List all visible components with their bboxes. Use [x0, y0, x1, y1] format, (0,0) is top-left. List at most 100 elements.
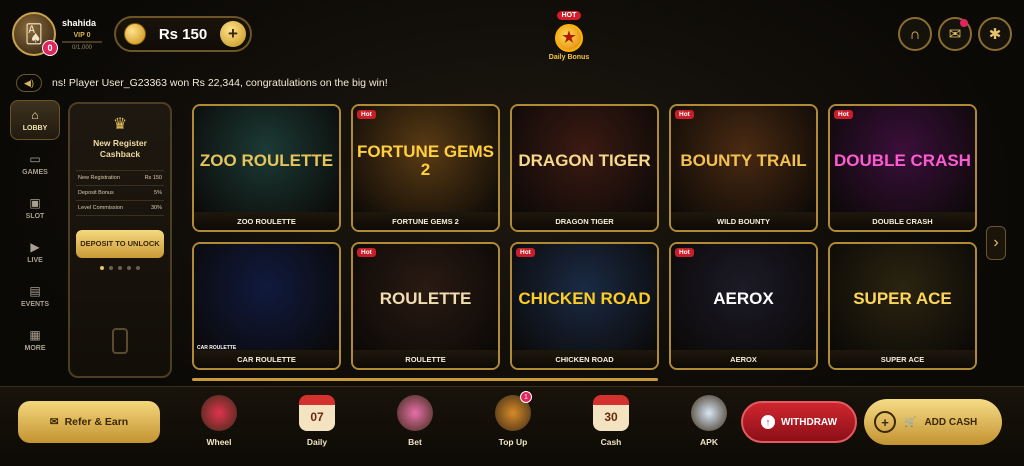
game-card[interactable]: CHICKEN ROAD Hot CHICKEN ROAD: [510, 242, 659, 370]
gear-icon: ✱: [988, 26, 1002, 43]
daily-bonus[interactable]: HOT ★ Daily Bonus: [540, 4, 598, 64]
user-info: shahida VIP 0 0/1,000: [62, 18, 102, 51]
hot-badge: Hot: [834, 110, 853, 119]
refer-earn-button[interactable]: ✉ Refer & Earn: [18, 401, 160, 443]
game-card[interactable]: ZOO ROULETTE ZOO ROULETTE: [192, 104, 341, 232]
game-title: WILD BOUNTY: [671, 212, 816, 230]
cashback-promo: ♛ New Register Cashback New Registration…: [68, 102, 172, 378]
game-title: DRAGON TIGER: [512, 212, 657, 230]
nav-badge: 1: [520, 391, 532, 403]
game-card[interactable]: BOUNTY TRAIL Hot WILD BOUNTY: [669, 104, 818, 232]
carousel-dot[interactable]: [118, 266, 122, 270]
crown-icon: ♛: [112, 116, 128, 133]
mail-icon: ✉: [948, 26, 962, 43]
withdraw-label: WITHDRAW: [780, 416, 838, 428]
promo-row-label: Level Commission: [78, 205, 123, 211]
sidebar-item-events[interactable]: ▤ EVENTS: [10, 276, 60, 316]
game-card[interactable]: AEROX Hot AEROX: [669, 242, 818, 370]
promo-row-label: Deposit Bonus: [78, 190, 114, 196]
game-logo: SUPER ACE: [853, 289, 952, 308]
game-card[interactable]: CAR ROULETTE CAR ROULETTE: [192, 242, 341, 370]
bottom-nav-label: Bet: [408, 437, 422, 447]
sidebar-item-more[interactable]: ▦ MORE: [10, 320, 60, 360]
app: 🂡 0 shahida VIP 0 0/1,000 Rs 150 + HOT ★…: [0, 0, 1024, 466]
promo-row: New Registration Rs 150: [76, 171, 164, 186]
announcement-text: ns! Player User_G23363 won Rs 22,344, co…: [52, 77, 388, 89]
game-thumbnail: CAR ROULETTE: [194, 244, 339, 354]
vip-progress: 0/1,000: [71, 44, 93, 51]
avatar[interactable]: 🂡 0: [12, 12, 58, 56]
mail-button[interactable]: ✉: [938, 17, 972, 51]
add-cash-label: ADD CASH: [924, 416, 978, 428]
avatar-badge: 0: [42, 40, 58, 56]
sidebar-item-label: MORE: [24, 345, 46, 352]
roulette-icon: [397, 395, 433, 431]
game-thumbnail: DRAGON TIGER: [512, 106, 657, 216]
coin-icon: [124, 23, 146, 45]
sidebar-item-label: SLOT: [25, 213, 45, 220]
speaker-icon: ◀): [16, 74, 42, 92]
game-thumbnail: CHICKEN ROAD: [512, 244, 657, 354]
header-actions: ∩ ✉ ✱: [898, 17, 1012, 51]
grid-scrollbar[interactable]: [192, 378, 658, 381]
promo-row: Deposit Bonus 5%: [76, 186, 164, 201]
game-card[interactable]: ROULETTE Hot ROULETTE: [351, 242, 500, 370]
sidebar-item-label: GAMES: [22, 169, 48, 176]
calendar-icon: 07: [299, 395, 335, 431]
carousel-dot[interactable]: [100, 266, 104, 270]
bottom-nav-bet[interactable]: Bet: [366, 395, 464, 447]
game-card[interactable]: SUPER ACE SUPER ACE: [828, 242, 977, 370]
carousel-dot[interactable]: [109, 266, 113, 270]
game-title: CAR ROULETTE: [194, 350, 339, 368]
bottom-nav-cash[interactable]: 30 Cash: [562, 395, 660, 447]
game-logo: BOUNTY TRAIL: [680, 151, 807, 170]
plus-icon: +: [874, 411, 896, 433]
wheel-icon: [201, 395, 237, 431]
username: shahida: [62, 17, 97, 28]
game-title: ZOO ROULETTE: [194, 212, 339, 230]
game-card[interactable]: DRAGON TIGER DRAGON TIGER: [510, 104, 659, 232]
gamepad-icon: ▭: [29, 152, 41, 166]
sidebar-item-games[interactable]: ▭ GAMES: [10, 144, 60, 184]
bottom-nav-wheel[interactable]: Wheel: [170, 395, 268, 447]
game-card[interactable]: FORTUNE GEMS 2 Hot FORTUNE GEMS 2: [351, 104, 500, 232]
promo-row-value: 30%: [150, 205, 162, 211]
game-card[interactable]: DOUBLE CRASH Hot DOUBLE CRASH: [828, 104, 977, 232]
sidebar-item-label: EVENTS: [20, 301, 49, 308]
game-thumbnail: FORTUNE GEMS 2: [353, 106, 498, 216]
settings-button[interactable]: ✱: [978, 17, 1012, 51]
calendar-icon: ▤: [29, 284, 41, 298]
carousel-dot[interactable]: [136, 266, 140, 270]
game-logo: CHICKEN ROAD: [518, 289, 651, 308]
add-cash-button[interactable]: + 🛒 ADD CASH: [864, 399, 1002, 445]
phone-icon: [112, 328, 128, 354]
grid-icon: ▦: [29, 328, 41, 342]
bottom-nav-label: Top Up: [498, 437, 528, 447]
hot-badge: Hot: [675, 110, 694, 119]
play-icon: ▶: [30, 240, 40, 254]
gift-icon: ★: [555, 24, 583, 52]
sidebar-item-lobby[interactable]: ⌂ LOBBY: [10, 100, 60, 140]
hot-tag: HOT: [556, 11, 582, 20]
bottom-nav-daily[interactable]: 07 Daily: [268, 395, 366, 447]
sidebar-item-slot[interactable]: ▣ SLOT: [10, 188, 60, 228]
bottom-nav-top-up[interactable]: 1 Top Up: [464, 391, 562, 447]
support-button[interactable]: ∩: [898, 17, 932, 51]
game-title: CHICKEN ROAD: [512, 350, 657, 368]
sidebar-item-live[interactable]: ▶ LIVE: [10, 232, 60, 272]
game-thumbnail: AEROX: [671, 244, 816, 354]
carousel-dot[interactable]: [127, 266, 131, 270]
home-icon: ⌂: [31, 108, 39, 122]
deposit-to-unlock-button[interactable]: DEPOSIT TO UNLOCK: [76, 230, 164, 258]
cart-icon: 🛒: [904, 416, 917, 428]
download-icon: [691, 395, 727, 431]
promo-title: New Register Cashback: [93, 138, 147, 159]
next-page-button[interactable]: ›: [986, 226, 1006, 260]
bottom-nav-label: Wheel: [206, 437, 232, 447]
chevron-right-icon: ›: [993, 234, 999, 251]
withdraw-button[interactable]: ↑ WITHDRAW: [741, 401, 857, 443]
add-balance-button[interactable]: +: [220, 21, 246, 47]
refer-earn-label: Refer & Earn: [64, 416, 129, 428]
game-title: SUPER ACE: [830, 350, 975, 368]
game-thumbnail: DOUBLE CRASH: [830, 106, 975, 216]
